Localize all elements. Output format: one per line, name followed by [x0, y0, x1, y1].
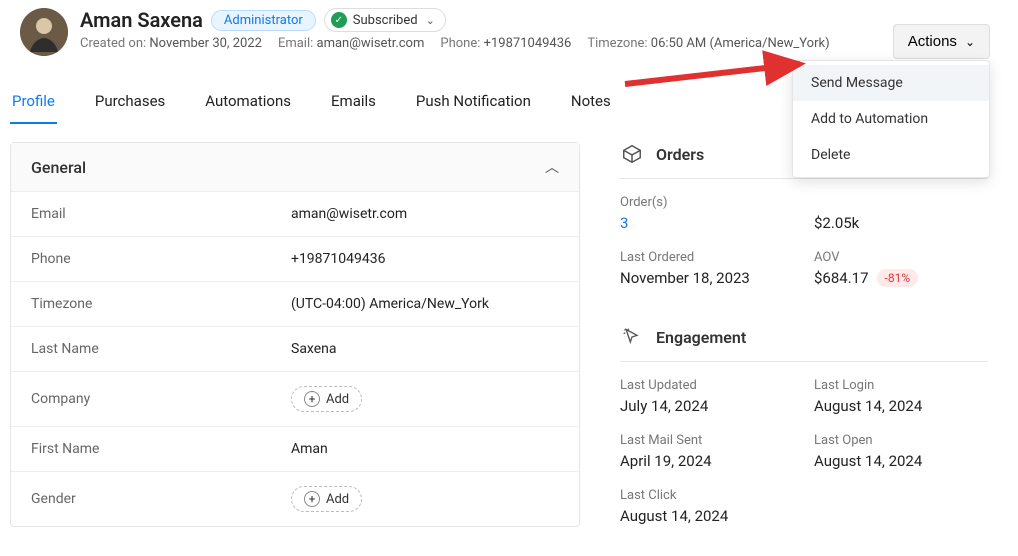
field-phone: Phone +19871049436	[11, 236, 579, 281]
add-gender-button[interactable]: + Add	[291, 486, 362, 512]
last-updated-label: Last Updated	[620, 378, 794, 393]
user-header: Aman Saxena Administrator ✓ Subscribed ⌄…	[0, 0, 1018, 60]
chevron-down-icon: ⌄	[426, 14, 435, 27]
field-company: Company + Add	[11, 371, 579, 426]
chevron-down-icon: ⌄	[965, 35, 975, 49]
role-badge: Administrator	[211, 10, 316, 31]
tab-profile[interactable]: Profile	[10, 84, 57, 124]
box-icon	[620, 142, 644, 166]
last-mail-sent-value: April 19, 2024	[620, 452, 794, 470]
last-click-label: Last Click	[620, 488, 794, 503]
general-section: General ︿ Email aman@wisetr.com Phone +1…	[10, 142, 580, 527]
last-login-value: August 14, 2024	[814, 397, 988, 415]
engagement-header: Engagement	[620, 325, 988, 362]
field-first-name: First Name Aman	[11, 426, 579, 471]
subscribed-label: Subscribed	[353, 13, 418, 28]
user-meta: Created on: November 30, 2022 Email: ama…	[80, 36, 998, 51]
subscribed-badge[interactable]: ✓ Subscribed ⌄	[324, 8, 446, 32]
menu-send-message[interactable]: Send Message	[793, 65, 989, 101]
revenue-label	[814, 195, 988, 210]
avatar	[20, 8, 68, 56]
plus-icon: +	[304, 491, 320, 507]
check-icon: ✓	[331, 12, 347, 28]
tab-automations[interactable]: Automations	[203, 84, 293, 124]
last-ordered-value: November 18, 2023	[620, 269, 794, 287]
menu-add-to-automation[interactable]: Add to Automation	[793, 101, 989, 137]
engagement-stats: Last Updated July 14, 2024 Last Login Au…	[620, 362, 988, 545]
last-updated-value: July 14, 2024	[620, 397, 794, 415]
field-last-name: Last Name Saxena	[11, 326, 579, 371]
aov-change-badge: -81%	[877, 269, 919, 287]
tab-emails[interactable]: Emails	[329, 84, 378, 124]
tab-push-notification[interactable]: Push Notification	[414, 84, 533, 124]
last-open-label: Last Open	[814, 433, 988, 448]
general-header[interactable]: General ︿	[11, 143, 579, 191]
aov-label: AOV	[814, 250, 988, 265]
chevron-up-icon: ︿	[545, 157, 559, 177]
last-click-value: August 14, 2024	[620, 507, 794, 525]
user-name: Aman Saxena	[80, 8, 203, 32]
tab-notes[interactable]: Notes	[569, 84, 613, 124]
orders-count-value[interactable]: 3	[620, 214, 794, 232]
plus-icon: +	[304, 391, 320, 407]
last-login-label: Last Login	[814, 378, 988, 393]
last-mail-sent-label: Last Mail Sent	[620, 433, 794, 448]
aov-value: $684.17	[814, 269, 869, 287]
actions-menu: Send Message Add to Automation Delete	[792, 60, 990, 178]
actions-button[interactable]: Actions ⌄	[893, 24, 990, 59]
tab-purchases[interactable]: Purchases	[93, 84, 167, 124]
menu-delete[interactable]: Delete	[793, 137, 989, 173]
revenue-value: $2.05k	[814, 214, 988, 232]
field-timezone: Timezone (UTC-04:00) America/New_York	[11, 281, 579, 326]
add-company-button[interactable]: + Add	[291, 386, 362, 412]
orders-stats: Order(s) 3 $2.05k Last Ordered November …	[620, 179, 988, 307]
field-email: Email aman@wisetr.com	[11, 191, 579, 236]
cursor-icon	[620, 325, 644, 349]
orders-count-label: Order(s)	[620, 195, 794, 210]
last-ordered-label: Last Ordered	[620, 250, 794, 265]
field-gender: Gender + Add	[11, 471, 579, 526]
last-open-value: August 14, 2024	[814, 452, 988, 470]
